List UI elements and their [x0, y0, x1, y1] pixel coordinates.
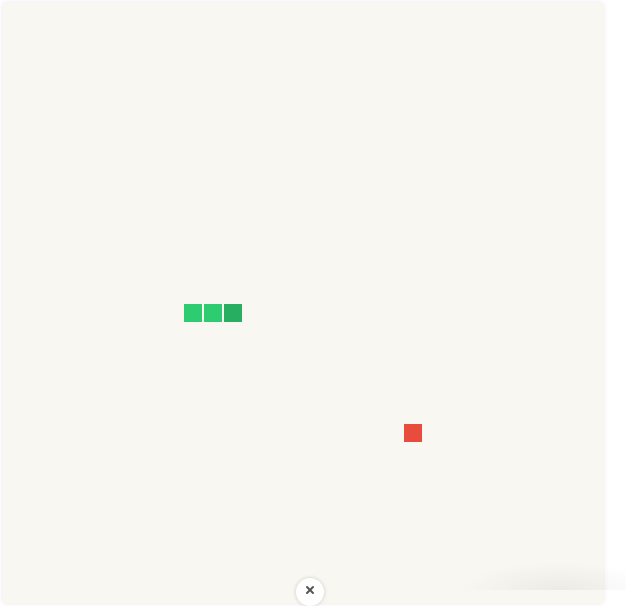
snake-segment: [184, 304, 202, 322]
snake-segment: [204, 304, 222, 322]
snake-head: [224, 304, 242, 322]
close-button[interactable]: [296, 578, 324, 606]
game-board[interactable]: [3, 3, 603, 603]
food-item: [404, 424, 422, 442]
close-icon: [305, 578, 315, 600]
